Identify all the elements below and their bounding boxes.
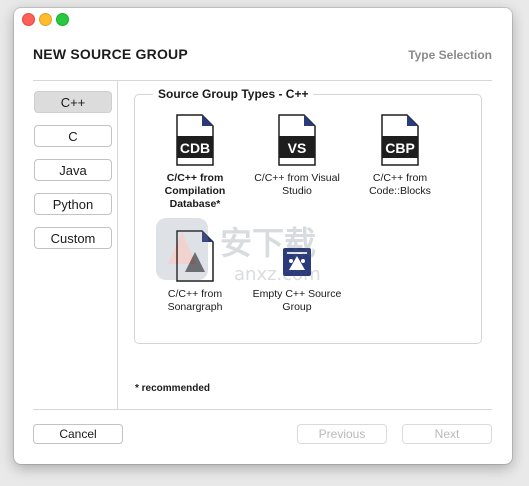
title-bar xyxy=(14,8,512,28)
cdb-file-icon: CDB xyxy=(176,114,214,166)
source-group-types-title: Source Group Types - C++ xyxy=(153,87,314,101)
cancel-button-label: Cancel xyxy=(59,427,97,441)
language-tab-label: Custom xyxy=(50,230,96,246)
language-tab-c[interactable]: C xyxy=(34,125,112,147)
footer-divider xyxy=(33,409,492,410)
source-type-code-blocks[interactable]: CBP C/C++ from Code::Blocks xyxy=(350,114,450,198)
watermark-text: 安下载 xyxy=(220,224,316,262)
language-tab-label: Java xyxy=(59,162,87,178)
recommended-footnote: * recommended xyxy=(135,383,211,394)
dialog-title: NEW SOURCE GROUP xyxy=(33,46,188,62)
language-tab-label: C++ xyxy=(60,94,86,110)
sidebar-divider xyxy=(117,80,118,410)
language-tab-java[interactable]: Java xyxy=(34,159,112,181)
watermark: 安下载 anxz.com xyxy=(154,216,394,291)
next-button[interactable]: Next xyxy=(402,424,492,444)
icon-text: CDB xyxy=(180,140,210,156)
minimize-window-button[interactable] xyxy=(39,13,52,26)
source-type-cdb[interactable]: CDB C/C++ from Compilation Database* xyxy=(145,114,245,211)
close-window-button[interactable] xyxy=(22,13,35,26)
source-type-label: C/C++ from Sonargraph xyxy=(167,288,223,313)
previous-button[interactable]: Previous xyxy=(297,424,387,444)
source-type-label: C/C++ from Visual Studio xyxy=(254,172,340,197)
cancel-button[interactable]: Cancel xyxy=(33,424,123,444)
language-tab-custom[interactable]: Custom xyxy=(34,227,112,249)
language-tab-cpp[interactable]: C++ xyxy=(34,91,112,113)
header-divider xyxy=(33,80,492,81)
cbp-file-icon: CBP xyxy=(381,114,419,166)
language-tab-label: Python xyxy=(52,196,94,212)
icon-text: CBP xyxy=(385,140,415,156)
icon-text: VS xyxy=(288,140,307,156)
zoom-window-button[interactable] xyxy=(56,13,69,26)
source-type-label: Empty C++ Source Group xyxy=(252,288,342,313)
visual-studio-file-icon: VS xyxy=(278,114,316,166)
next-button-label: Next xyxy=(434,427,460,441)
language-tab-label: C xyxy=(68,128,78,144)
watermark-subtext: anxz.com xyxy=(234,264,321,285)
source-type-label: C/C++ from Compilation Database* xyxy=(164,172,226,210)
step-label: Type Selection xyxy=(408,48,492,62)
new-source-group-dialog: NEW SOURCE GROUP Type Selection C++ C Ja… xyxy=(14,8,512,464)
previous-button-label: Previous xyxy=(318,427,366,441)
source-type-label: C/C++ from Code::Blocks xyxy=(369,172,431,197)
watermark-logo: 安下载 anxz.com xyxy=(156,218,321,285)
source-type-visual-studio[interactable]: VS C/C++ from Visual Studio xyxy=(247,114,347,198)
language-tab-python[interactable]: Python xyxy=(34,193,112,215)
